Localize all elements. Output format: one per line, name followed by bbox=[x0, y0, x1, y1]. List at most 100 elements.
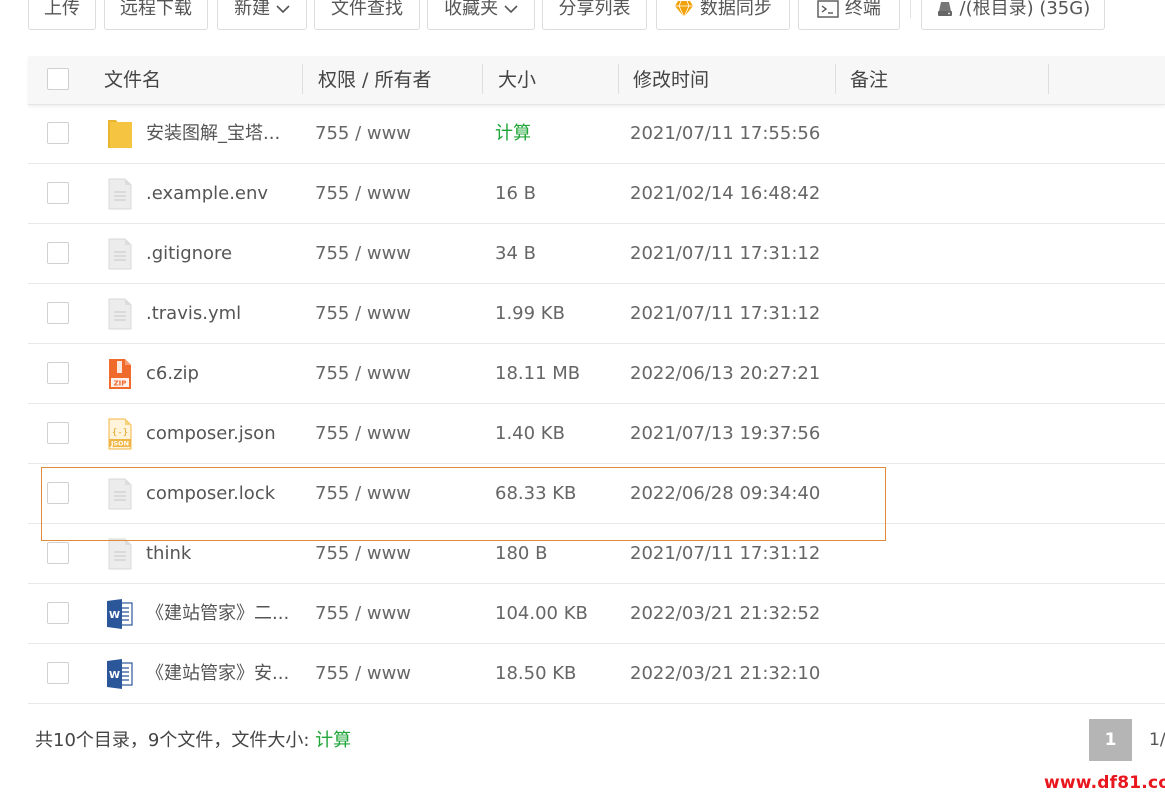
file-modified-time: 2021/02/14 16:48:42 bbox=[630, 183, 821, 204]
json-icon-label: JSON bbox=[110, 440, 129, 448]
row-checkbox[interactable] bbox=[47, 302, 69, 324]
select-all-checkbox[interactable] bbox=[47, 68, 69, 90]
disk-label: /(根目录) (35G) bbox=[959, 0, 1091, 19]
file-name[interactable]: 安装图解_宝塔... bbox=[146, 104, 280, 164]
word-icon-label: W bbox=[109, 670, 120, 681]
file-permission[interactable]: 755 / www bbox=[315, 464, 411, 524]
terminal-icon bbox=[817, 0, 839, 18]
row-checkbox[interactable] bbox=[47, 662, 69, 684]
header-filename[interactable]: 文件名 bbox=[104, 56, 161, 104]
file-name[interactable]: c6.zip bbox=[146, 344, 199, 404]
file-permission[interactable]: 755 / www bbox=[315, 344, 411, 404]
file-permission[interactable]: 755 / www bbox=[315, 284, 411, 344]
json-icon-glyph: {-} bbox=[112, 428, 128, 438]
word-icon: W bbox=[107, 599, 133, 629]
chevron-down-icon bbox=[504, 5, 518, 14]
zip-icon: ZIP bbox=[109, 359, 131, 389]
disk-root-button[interactable]: /(根目录) (35G) bbox=[921, 0, 1105, 30]
remote-download-label: 远程下载 bbox=[120, 0, 192, 19]
file-permission[interactable]: 755 / www bbox=[315, 164, 411, 224]
file-search-label: 文件查找 bbox=[331, 0, 403, 19]
file-modified-time: 2021/07/11 17:55:56 bbox=[630, 123, 821, 144]
file-size: 34 B bbox=[495, 243, 536, 264]
header-divider bbox=[1048, 64, 1049, 94]
watermark-text: www.df81.com bbox=[1044, 773, 1165, 793]
row-checkbox[interactable] bbox=[47, 122, 69, 144]
file-icon bbox=[108, 238, 132, 270]
table-row[interactable]: ZIP c6.zip 755 / www 18.11 MB 2022/06/13… bbox=[28, 344, 1165, 404]
new-label: 新建 bbox=[234, 0, 271, 19]
upload-button[interactable]: 上传 bbox=[28, 0, 96, 30]
diamond-icon bbox=[675, 0, 694, 18]
file-icon bbox=[108, 478, 132, 510]
new-dropdown-button[interactable]: 新建 bbox=[217, 0, 307, 30]
file-name[interactable]: .travis.yml bbox=[146, 284, 241, 344]
header-permission[interactable]: 权限 / 所有者 bbox=[318, 56, 431, 104]
zip-icon-label: ZIP bbox=[114, 380, 127, 388]
upload-label: 上传 bbox=[44, 0, 80, 19]
word-icon: W bbox=[107, 659, 133, 689]
row-checkbox[interactable] bbox=[47, 602, 69, 624]
table-row[interactable]: W 《建站管家》安... 755 / www 18.50 KB 2022/03/… bbox=[28, 644, 1165, 704]
row-checkbox[interactable] bbox=[47, 242, 69, 264]
json-icon: {-} JSON bbox=[108, 418, 132, 450]
table-row[interactable]: think 755 / www 180 B 2021/07/11 17:31:1… bbox=[28, 524, 1165, 584]
file-modified-time: 2021/07/11 17:31:12 bbox=[630, 303, 821, 324]
file-name[interactable]: composer.lock bbox=[146, 464, 275, 524]
file-name[interactable]: .gitignore bbox=[146, 224, 232, 284]
header-divider bbox=[835, 64, 836, 94]
remote-download-button[interactable]: 远程下载 bbox=[104, 0, 208, 30]
file-name[interactable]: 《建站管家》安... bbox=[146, 644, 289, 704]
file-size: 1.40 KB bbox=[495, 423, 565, 444]
table-row[interactable]: .example.env 755 / www 16 B 2021/02/14 1… bbox=[28, 164, 1165, 224]
row-checkbox[interactable] bbox=[47, 542, 69, 564]
summary-text: 共10个目录，9个文件，文件大小: bbox=[35, 730, 316, 751]
calculate-total-size-link[interactable]: 计算 bbox=[315, 730, 351, 751]
file-permission[interactable]: 755 / www bbox=[315, 644, 411, 704]
file-size: 1.99 KB bbox=[495, 303, 565, 324]
table-row[interactable]: W 《建站管家》二... 755 / www 104.00 KB 2022/03… bbox=[28, 584, 1165, 644]
word-icon-label: W bbox=[109, 610, 120, 621]
file-permission[interactable]: 755 / www bbox=[315, 524, 411, 584]
file-permission[interactable]: 755 / www bbox=[315, 224, 411, 284]
row-checkbox[interactable] bbox=[47, 422, 69, 444]
share-list-label: 分享列表 bbox=[558, 0, 631, 19]
row-checkbox[interactable] bbox=[47, 182, 69, 204]
file-permission[interactable]: 755 / www bbox=[315, 584, 411, 644]
header-size[interactable]: 大小 bbox=[498, 56, 536, 104]
header-note[interactable]: 备注 bbox=[850, 56, 888, 104]
file-modified-time: 2022/06/13 20:27:21 bbox=[630, 363, 821, 384]
toolbar-divider bbox=[910, 0, 911, 18]
favorites-dropdown-button[interactable]: 收藏夹 bbox=[427, 0, 535, 30]
data-sync-button[interactable]: 数据同步 bbox=[656, 0, 790, 30]
table-row[interactable]: {-} JSON composer.json 755 / www 1.40 KB… bbox=[28, 404, 1165, 464]
file-size: 18.11 MB bbox=[495, 363, 581, 384]
disk-icon bbox=[937, 2, 952, 16]
header-divider bbox=[302, 64, 303, 94]
file-name[interactable]: 《建站管家》二... bbox=[146, 584, 289, 644]
table-row[interactable]: 安装图解_宝塔... 755 / www 计算 2021/07/11 17:55… bbox=[28, 104, 1165, 164]
row-checkbox[interactable] bbox=[47, 482, 69, 504]
toolbar: 上传 远程下载 新建 文件查找 收藏夹 分享列表 数据同步 终端 /(根目录) … bbox=[0, 0, 1165, 32]
calculate-size-link[interactable]: 计算 bbox=[495, 104, 531, 164]
file-icon bbox=[108, 178, 132, 210]
table-row[interactable]: composer.lock 755 / www 68.33 KB 2022/06… bbox=[28, 464, 1165, 524]
chevron-down-icon bbox=[276, 5, 290, 14]
file-modified-time: 2021/07/13 19:37:56 bbox=[630, 423, 821, 444]
table-row[interactable]: .gitignore 755 / www 34 B 2021/07/11 17:… bbox=[28, 224, 1165, 284]
file-modified-time: 2021/07/11 17:31:12 bbox=[630, 543, 821, 564]
page-current[interactable]: 1 bbox=[1089, 719, 1132, 761]
row-checkbox[interactable] bbox=[47, 362, 69, 384]
file-name[interactable]: .example.env bbox=[146, 164, 268, 224]
file-search-button[interactable]: 文件查找 bbox=[314, 0, 420, 30]
file-size: 68.33 KB bbox=[495, 483, 577, 504]
file-name[interactable]: think bbox=[146, 524, 191, 584]
file-size: 180 B bbox=[495, 543, 548, 564]
file-permission[interactable]: 755 / www bbox=[315, 404, 411, 464]
file-name[interactable]: composer.json bbox=[146, 404, 276, 464]
header-modified-time[interactable]: 修改时间 bbox=[633, 56, 709, 104]
table-row[interactable]: .travis.yml 755 / www 1.99 KB 2021/07/11… bbox=[28, 284, 1165, 344]
file-permission[interactable]: 755 / www bbox=[315, 104, 411, 164]
share-list-button[interactable]: 分享列表 bbox=[542, 0, 647, 30]
terminal-button[interactable]: 终端 bbox=[798, 0, 900, 30]
